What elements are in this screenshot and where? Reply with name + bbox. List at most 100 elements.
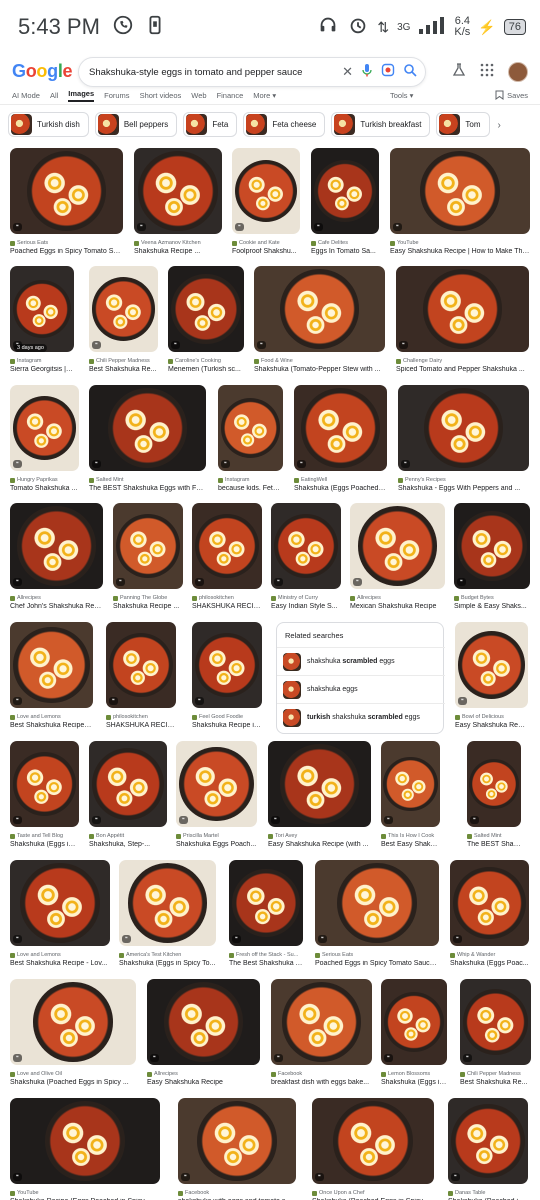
result-source[interactable]: YouTube: [10, 1190, 160, 1196]
result-thumbnail[interactable]: ❝: [10, 148, 123, 234]
result-title[interactable]: The BEST Shakshuka Eggs with Fet...: [89, 485, 206, 492]
image-result-card[interactable]: ❝ Allrecipes Mexican Shakshuka Recipe: [350, 503, 445, 621]
result-title[interactable]: Easy Indian Style S...: [271, 603, 341, 610]
result-thumbnail[interactable]: ❝: [381, 741, 440, 827]
result-title[interactable]: Menemen (Turkish sc...: [168, 366, 244, 373]
result-thumbnail[interactable]: ❝: [10, 741, 79, 827]
image-result-card[interactable]: ❝Facebookshakshuka with eggs and tomato …: [178, 1098, 296, 1200]
image-result-card[interactable]: ❝ Chili Pepper Madness Best Shakshuka Re..…: [460, 979, 531, 1097]
result-thumbnail[interactable]: ❝: [10, 503, 103, 589]
result-title[interactable]: Best Easy Shakshu...: [381, 841, 440, 848]
chip-feta-cheese[interactable]: Feta cheese: [243, 112, 326, 137]
search-box[interactable]: Shakshuka-style eggs in tomato and peppe…: [78, 57, 426, 87]
image-result-card[interactable]: ❝ Caroline's Cooking Menemen (Turkish sc..…: [168, 266, 244, 384]
tab-more[interactable]: More ▾: [253, 91, 276, 100]
result-source[interactable]: Bowl of Delicious: [455, 714, 528, 720]
result-thumbnail[interactable]: ❝: [448, 1098, 528, 1184]
image-result-card[interactable]: ❝Once Upon a ChefShakshuka (Poached Eggs…: [312, 1098, 434, 1200]
result-title[interactable]: Easy Shakshuka Recipe (with ...: [268, 841, 371, 848]
result-title[interactable]: Shakshuka (Eggs Poac...: [450, 960, 529, 967]
image-result-card[interactable]: ❝ Cookie and Kate Foolproof Shakshu...: [232, 148, 300, 266]
result-thumbnail[interactable]: ❝: [10, 385, 79, 471]
image-result-card[interactable]: ❝ Panning The Globe Shakshuka Recipe ...: [113, 503, 183, 621]
result-title[interactable]: Poached Eggs in Spicy Tomato Sa...: [10, 248, 123, 255]
result-thumbnail[interactable]: ❝: [455, 622, 528, 708]
result-source[interactable]: Panning The Globe: [113, 595, 183, 601]
result-title[interactable]: Easy Shakshuka Recipe | How to Make The.…: [390, 248, 530, 255]
image-result-card[interactable]: ❝ Whip & Wander Shakshuka (Eggs Poac...: [450, 860, 529, 978]
result-title[interactable]: because kids. Feta ...: [218, 485, 283, 492]
result-title[interactable]: Shakshuka Eggs Poach...: [176, 841, 257, 848]
result-thumbnail[interactable]: ❝: [168, 266, 244, 352]
tab-images[interactable]: Images: [68, 89, 95, 102]
tools-button[interactable]: Tools ▾: [390, 91, 413, 100]
result-thumbnail[interactable]: ❝: [10, 979, 136, 1065]
result-source[interactable]: America's Test Kitchen: [119, 952, 216, 958]
result-title[interactable]: Foolproof Shakshu...: [232, 248, 300, 255]
tab-web[interactable]: Web: [191, 91, 206, 100]
result-thumbnail[interactable]: ❝: [10, 860, 110, 946]
result-title[interactable]: Sierra Georgitsis | C...: [10, 366, 74, 373]
result-title[interactable]: Easy Shakshuka Recipe: [147, 1079, 260, 1086]
image-result-card[interactable]: ❝ Serious Eats Poached Eggs in Spicy Tomat…: [10, 148, 123, 266]
image-result-card[interactable]: ❝ Instagram Sierra Georgitsis | C... 3 days…: [10, 266, 74, 384]
related-item-turkish-scrambled[interactable]: turkish shakshuka scrambled eggs: [277, 703, 445, 731]
image-result-card[interactable]: ❝ Budget Bytes Simple & Easy Shaks...: [454, 503, 530, 621]
result-source[interactable]: EatingWell: [294, 477, 387, 483]
tab-all[interactable]: All: [50, 91, 58, 100]
image-result-card[interactable]: ❝ Taste and Tell Blog Shakshuka (Eggs in .…: [10, 741, 79, 859]
result-title[interactable]: Shakshuka Recipe ...: [134, 248, 222, 255]
result-title[interactable]: Shakshuka Recipe ...: [113, 603, 183, 610]
result-title[interactable]: Shakshuka (Eggs Poached i...: [294, 485, 387, 492]
result-source[interactable]: Feel Good Foodie: [192, 714, 262, 720]
result-thumbnail[interactable]: ❝: [10, 266, 74, 352]
image-result-card[interactable]: ❝ YouTube Easy Shakshuka Recipe | How to M…: [390, 148, 530, 266]
result-thumbnail[interactable]: ❝: [229, 860, 303, 946]
image-result-card[interactable]: ❝ Ministry of Curry Easy Indian Style S...: [271, 503, 341, 621]
image-result-card[interactable]: ❝ Serious Eats Poached Eggs in Spicy Tomat…: [315, 860, 439, 978]
result-source[interactable]: YouTube: [390, 240, 530, 246]
google-logo[interactable]: Google: [12, 61, 73, 82]
image-result-card[interactable]: ❝ philosokitchen SHAKSHUKA RECIPE ...: [106, 622, 176, 740]
image-result-card[interactable]: ❝ Fresh off the Stack - Su... The Best Sha…: [229, 860, 303, 978]
result-thumbnail[interactable]: ❝: [119, 860, 216, 946]
related-item-shakshuka-eggs[interactable]: shakshuka eggs: [277, 675, 445, 703]
result-source[interactable]: Serious Eats: [315, 952, 439, 958]
chip-turkish-breakfast[interactable]: Turkish breakfast: [331, 112, 431, 137]
result-source[interactable]: Bon Appétit: [89, 833, 167, 839]
result-source[interactable]: Love and Lemons: [10, 952, 110, 958]
image-result-card[interactable]: ❝ Hungry Paprikas Tomato Shakshuka ...: [10, 385, 79, 503]
result-thumbnail[interactable]: ❝: [134, 148, 222, 234]
result-source[interactable]: Penny's Recipes: [398, 477, 529, 483]
result-thumbnail[interactable]: ❝: [192, 622, 262, 708]
result-thumbnail[interactable]: ❝: [176, 741, 257, 827]
result-source[interactable]: Hungry Paprikas: [10, 477, 79, 483]
image-result-card[interactable]: ❝ Instagram because kids. Feta ...: [218, 385, 283, 503]
image-result-card[interactable]: ❝ Salted Mint The BEST Shakshuka Eggs with…: [89, 385, 206, 503]
result-source[interactable]: Instagram: [218, 477, 283, 483]
result-title[interactable]: Easy Shakshuka Recipe ...: [455, 722, 528, 729]
image-result-card[interactable]: ❝ EatingWell Shakshuka (Eggs Poached i...: [294, 385, 387, 503]
result-source[interactable]: philosokitchen: [106, 714, 176, 720]
result-source[interactable]: Priscilla Martel: [176, 833, 257, 839]
result-source[interactable]: Salted Mint: [467, 833, 521, 839]
result-source[interactable]: Allrecipes: [147, 1071, 260, 1077]
image-result-card[interactable]: ❝ Allrecipes Easy Shakshuka Recipe: [147, 979, 260, 1097]
image-result-card[interactable]: ❝ Salted Mint The BEST Shakshuk...: [467, 741, 521, 859]
result-title[interactable]: SHAKSHUKA RECIPE ...: [106, 722, 176, 729]
result-source[interactable]: Food & Wine: [254, 358, 385, 364]
image-result-card[interactable]: ❝ Bowl of Delicious Easy Shakshuka Recipe …: [455, 622, 528, 740]
search-input[interactable]: Shakshuka-style eggs in tomato and peppe…: [89, 67, 342, 78]
result-thumbnail[interactable]: ❝: [232, 148, 300, 234]
result-source[interactable]: Serious Eats: [10, 240, 123, 246]
result-source[interactable]: Tori Avey: [268, 833, 371, 839]
result-title[interactable]: Best Shakshuka Recipe - Lov...: [10, 960, 110, 967]
result-title[interactable]: The Best Shakshuka Y...: [229, 960, 303, 967]
result-source[interactable]: Whip & Wander: [450, 952, 529, 958]
result-title[interactable]: SHAKSHUKA RECIP...: [192, 603, 262, 610]
result-thumbnail[interactable]: ❝: [396, 266, 529, 352]
result-title[interactable]: breakfast dish with eggs bake...: [271, 1079, 372, 1086]
result-source[interactable]: Love and Lemons: [10, 714, 93, 720]
result-thumbnail[interactable]: ❝: [89, 385, 206, 471]
image-result-card[interactable]: ❝ Priscilla Martel Shakshuka Eggs Poach...: [176, 741, 257, 859]
